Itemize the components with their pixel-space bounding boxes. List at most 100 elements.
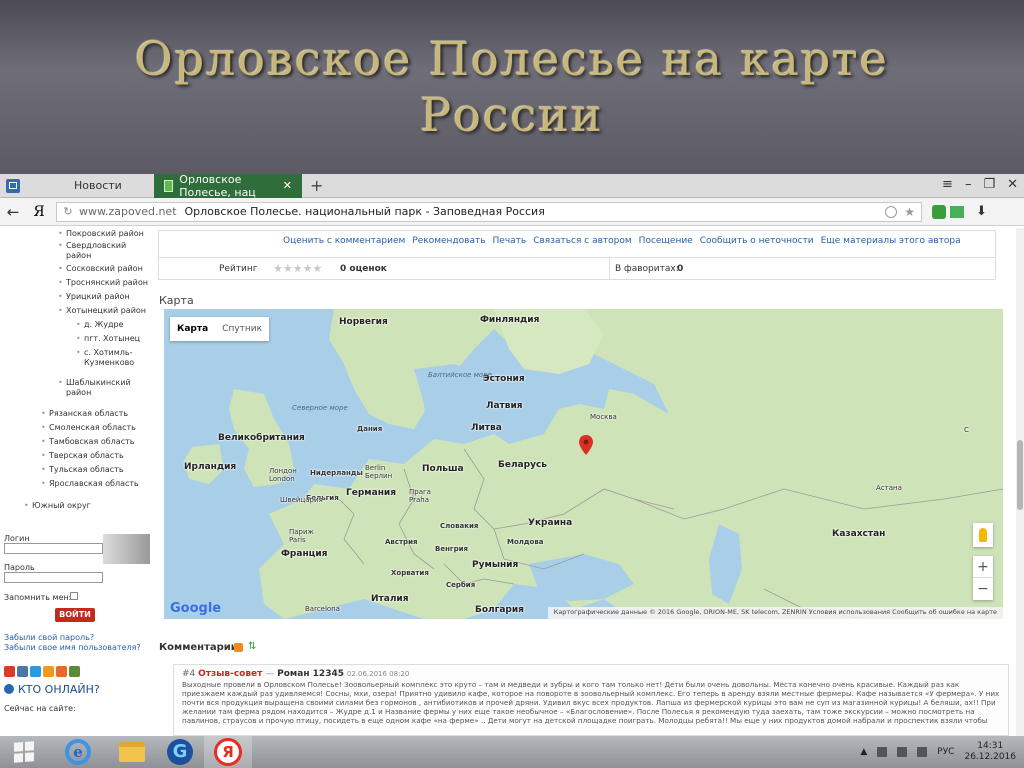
map-type-satellite-button[interactable]: Спутник: [215, 317, 269, 341]
rss-icon[interactable]: [234, 643, 243, 652]
comment-title[interactable]: Отзыв-совет: [198, 669, 262, 679]
article-toolbar: Оценить с комментарием Рекомендовать Печ…: [158, 230, 996, 280]
rating-stars[interactable]: ★★★★★: [273, 262, 322, 275]
social-icon[interactable]: [17, 666, 28, 677]
taskbar-app[interactable]: G: [156, 736, 204, 768]
download-icon[interactable]: ⬇: [976, 204, 987, 219]
city-label: Barcelona: [305, 605, 340, 613]
recommend-link[interactable]: Рекомендовать: [412, 236, 485, 246]
close-tab-icon[interactable]: ✕: [283, 179, 292, 192]
taskbar-explorer[interactable]: [108, 736, 156, 768]
start-button[interactable]: [0, 736, 48, 768]
map-label: Дания: [357, 425, 383, 433]
forgot-password-link[interactable]: Забыли свой пароль?: [4, 633, 94, 642]
region-item[interactable]: Шаблыкинский район: [58, 378, 131, 398]
contact-author-link[interactable]: Связаться с автором: [533, 236, 631, 246]
region-item[interactable]: Покровский район: [58, 229, 144, 239]
region-item[interactable]: Свердловский район: [58, 241, 128, 261]
scrollbar-thumb[interactable]: [1017, 440, 1023, 510]
bookmark-star-icon[interactable]: ★: [904, 205, 915, 219]
login-button[interactable]: ВОЙТИ: [55, 608, 95, 622]
tab-bar: Новости Орловское Полесье, нац ✕ + ≡ – ❐…: [0, 173, 1024, 199]
map-label: С: [964, 426, 969, 434]
tray-app-icon[interactable]: [877, 747, 888, 757]
new-tab-button[interactable]: +: [310, 176, 323, 195]
shield-extension-icon[interactable]: [932, 204, 946, 219]
map-label: Латвия: [486, 401, 523, 411]
map-attribution[interactable]: Картографические данные © 2016 Google, O…: [547, 607, 1003, 619]
yandex-logo-icon[interactable]: Я: [26, 204, 52, 220]
social-icon[interactable]: [69, 666, 80, 677]
volume-icon[interactable]: [917, 747, 928, 757]
save-extension-icon[interactable]: [950, 205, 964, 218]
town-item[interactable]: с. Хотимль-Кузменково: [76, 348, 140, 368]
close-window-button[interactable]: ✕: [1007, 177, 1018, 192]
tab-news[interactable]: Новости: [26, 174, 154, 198]
app-icon: G: [167, 739, 193, 765]
oblast-item[interactable]: Рязанская область: [41, 409, 128, 419]
tray-expand-icon[interactable]: ▲: [860, 747, 867, 757]
slide-title-line1: Орловское Полесье на карте: [135, 32, 889, 86]
tab-orel-polesye[interactable]: Орловское Полесье, нац ✕: [154, 173, 302, 199]
oblast-item[interactable]: Тульская область: [41, 465, 124, 475]
map-label: Польша: [422, 464, 464, 474]
region-item[interactable]: Хотынецкий район: [58, 306, 146, 316]
login-input[interactable]: [4, 543, 103, 554]
browser-window: Новости Орловское Полесье, нац ✕ + ≡ – ❐…: [0, 173, 1024, 736]
zoom-out-button[interactable]: −: [973, 578, 993, 600]
menu-icon[interactable]: ≡: [942, 177, 953, 192]
restore-button[interactable]: ❐: [983, 177, 995, 192]
social-icon[interactable]: [56, 666, 67, 677]
language-indicator[interactable]: РУС: [937, 747, 954, 757]
street-view-pegman-icon[interactable]: [973, 523, 993, 547]
region-item[interactable]: Троснянский район: [58, 278, 148, 288]
forgot-username-link[interactable]: Забыли свое имя пользователя?: [4, 643, 141, 652]
map-type-map-button[interactable]: Карта: [170, 317, 215, 341]
back-arrow-icon[interactable]: ←: [0, 203, 26, 221]
social-icon[interactable]: [4, 666, 15, 677]
left-sidebar: Покровский район Свердловский район Соск…: [0, 228, 152, 736]
reload-icon[interactable]: ↻: [57, 205, 79, 218]
refresh-icon[interactable]: ⇅: [248, 641, 256, 652]
page-content: Покровский район Свердловский район Соск…: [0, 228, 1024, 736]
minimize-button[interactable]: –: [965, 177, 972, 192]
oblast-item[interactable]: Тверская область: [41, 451, 124, 461]
sea-label: Балтийское море: [428, 371, 492, 379]
taskbar-yandex-browser[interactable]: Я: [204, 736, 252, 768]
rate-comment-link[interactable]: Оценить с комментарием: [283, 236, 405, 246]
vk-app-icon[interactable]: [6, 178, 20, 193]
comment-date: 02.06.2016 08:20: [346, 670, 410, 678]
print-link[interactable]: Печать: [493, 236, 527, 246]
url-field[interactable]: ↻ www.zapoved.net Орловское Полесье. нац…: [56, 201, 922, 222]
google-map[interactable]: Карта Спутник Норвегия Финляндия Эстония…: [164, 309, 1003, 619]
town-item[interactable]: пгт. Хотынец: [76, 334, 140, 344]
more-by-author-link[interactable]: Еще материалы этого автора: [821, 236, 961, 246]
map-label: Сербия: [446, 581, 476, 589]
map-label: Беларусь: [498, 460, 547, 470]
password-input[interactable]: [4, 572, 103, 583]
map-label: Германия: [346, 488, 397, 498]
network-icon[interactable]: [897, 747, 908, 757]
oblast-item[interactable]: Смоленская область: [41, 423, 136, 433]
reader-mode-icon[interactable]: [885, 205, 897, 218]
oblast-item[interactable]: Ярославская область: [41, 479, 139, 489]
oblast-item[interactable]: Тамбовская область: [41, 437, 135, 447]
social-icon[interactable]: [43, 666, 54, 677]
taskbar-ie[interactable]: e: [48, 736, 108, 768]
site-favicon-icon: [164, 179, 174, 192]
region-item[interactable]: Сосковский район: [58, 264, 143, 274]
region-item[interactable]: Урицкий район: [58, 292, 130, 302]
slide-title-line2: России: [420, 88, 604, 142]
district-item[interactable]: Южный округ: [24, 501, 91, 511]
clock[interactable]: 14:31 26.12.2016: [964, 741, 1016, 763]
comment-author[interactable]: Роман 12345: [277, 669, 344, 679]
social-icons: [4, 666, 80, 677]
social-icon[interactable]: [30, 666, 41, 677]
zoom-in-button[interactable]: +: [973, 556, 993, 578]
remember-checkbox[interactable]: [70, 592, 78, 600]
visit-link[interactable]: Посещение: [639, 236, 693, 246]
page-scrollbar[interactable]: [1016, 228, 1024, 736]
location-pin-icon[interactable]: [579, 435, 593, 455]
town-item[interactable]: д. Жудре: [76, 320, 123, 330]
report-inaccuracy-link[interactable]: Сообщить о неточности: [700, 236, 814, 246]
